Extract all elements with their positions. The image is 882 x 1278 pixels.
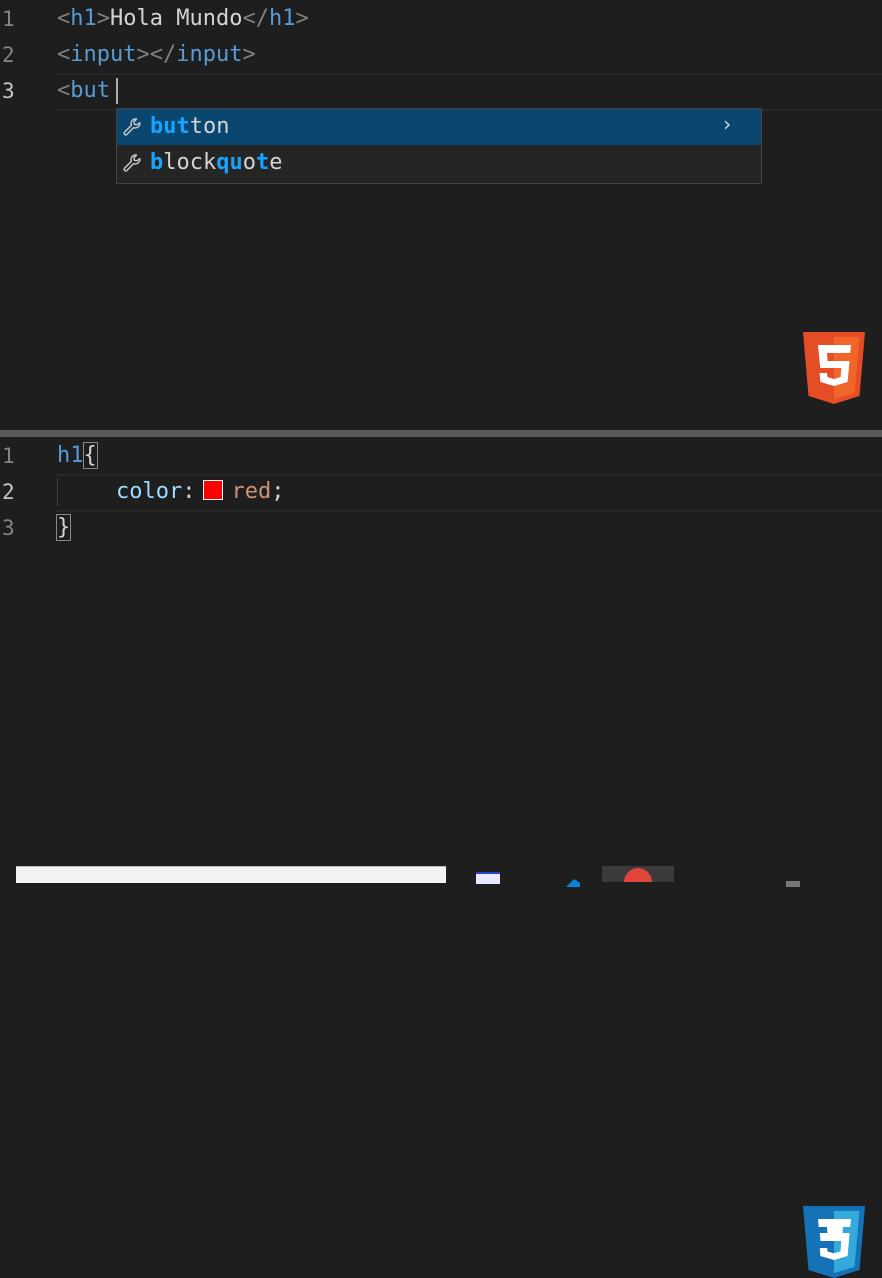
code-text[interactable]: <input></input>	[57, 37, 256, 73]
html-line-1[interactable]: 1 <h1>Hola Mundo</h1>	[0, 1, 882, 37]
text-cursor	[116, 78, 118, 104]
pane-splitter[interactable]	[0, 430, 882, 437]
line-number: 1	[2, 444, 15, 468]
indent-guide	[57, 478, 58, 506]
css-line-3[interactable]: 3 }	[0, 510, 882, 546]
code-text[interactable]: <h1>Hola Mundo</h1>	[57, 1, 309, 37]
read-more-chevron-icon[interactable]: ›	[721, 109, 733, 139]
app-icon[interactable]	[782, 872, 806, 887]
app-icon[interactable]	[560, 872, 584, 887]
taskbar-strip	[0, 866, 882, 887]
line-number: 2	[2, 43, 15, 67]
suggestion-item-blockquote[interactable]: blockquote	[117, 145, 761, 181]
current-line-highlight	[56, 73, 882, 111]
app-icon[interactable]	[476, 872, 500, 884]
wrench-icon	[123, 154, 141, 172]
wrench-icon	[123, 118, 141, 136]
line-number: 1	[2, 7, 15, 31]
line-number: 3	[2, 516, 15, 540]
css3-logo	[803, 1206, 865, 1278]
html-line-2[interactable]: 2 <input></input>	[0, 37, 882, 73]
suggestion-label: button	[150, 114, 230, 139]
code-text[interactable]: <but	[57, 73, 110, 109]
css-line-1[interactable]: 1 h1{	[0, 438, 882, 474]
html-line-3[interactable]: 3 <but	[0, 73, 882, 111]
code-text[interactable]: h1{	[57, 438, 98, 474]
window-thumbnail[interactable]	[16, 866, 446, 883]
suggestion-widget[interactable]: button › blockquote	[116, 108, 762, 184]
html-editor-pane[interactable]: 1 <h1>Hola Mundo</h1> 2 <input></input> …	[0, 0, 882, 430]
suggestion-item-button[interactable]: button ›	[117, 109, 761, 145]
code-text[interactable]: }	[55, 510, 72, 546]
code-text[interactable]: color: red;	[116, 474, 284, 510]
line-number: 3	[2, 79, 15, 103]
html5-logo	[803, 332, 865, 404]
css-editor-pane[interactable]: 1 h1{ 2 color: red; 3 }	[0, 437, 882, 1278]
suggestion-label: blockquote	[150, 150, 283, 175]
line-number: 2	[2, 480, 15, 504]
css-line-2[interactable]: 2 color: red;	[0, 474, 882, 512]
active-app-icon[interactable]	[602, 866, 674, 882]
color-swatch[interactable]	[203, 480, 224, 500]
